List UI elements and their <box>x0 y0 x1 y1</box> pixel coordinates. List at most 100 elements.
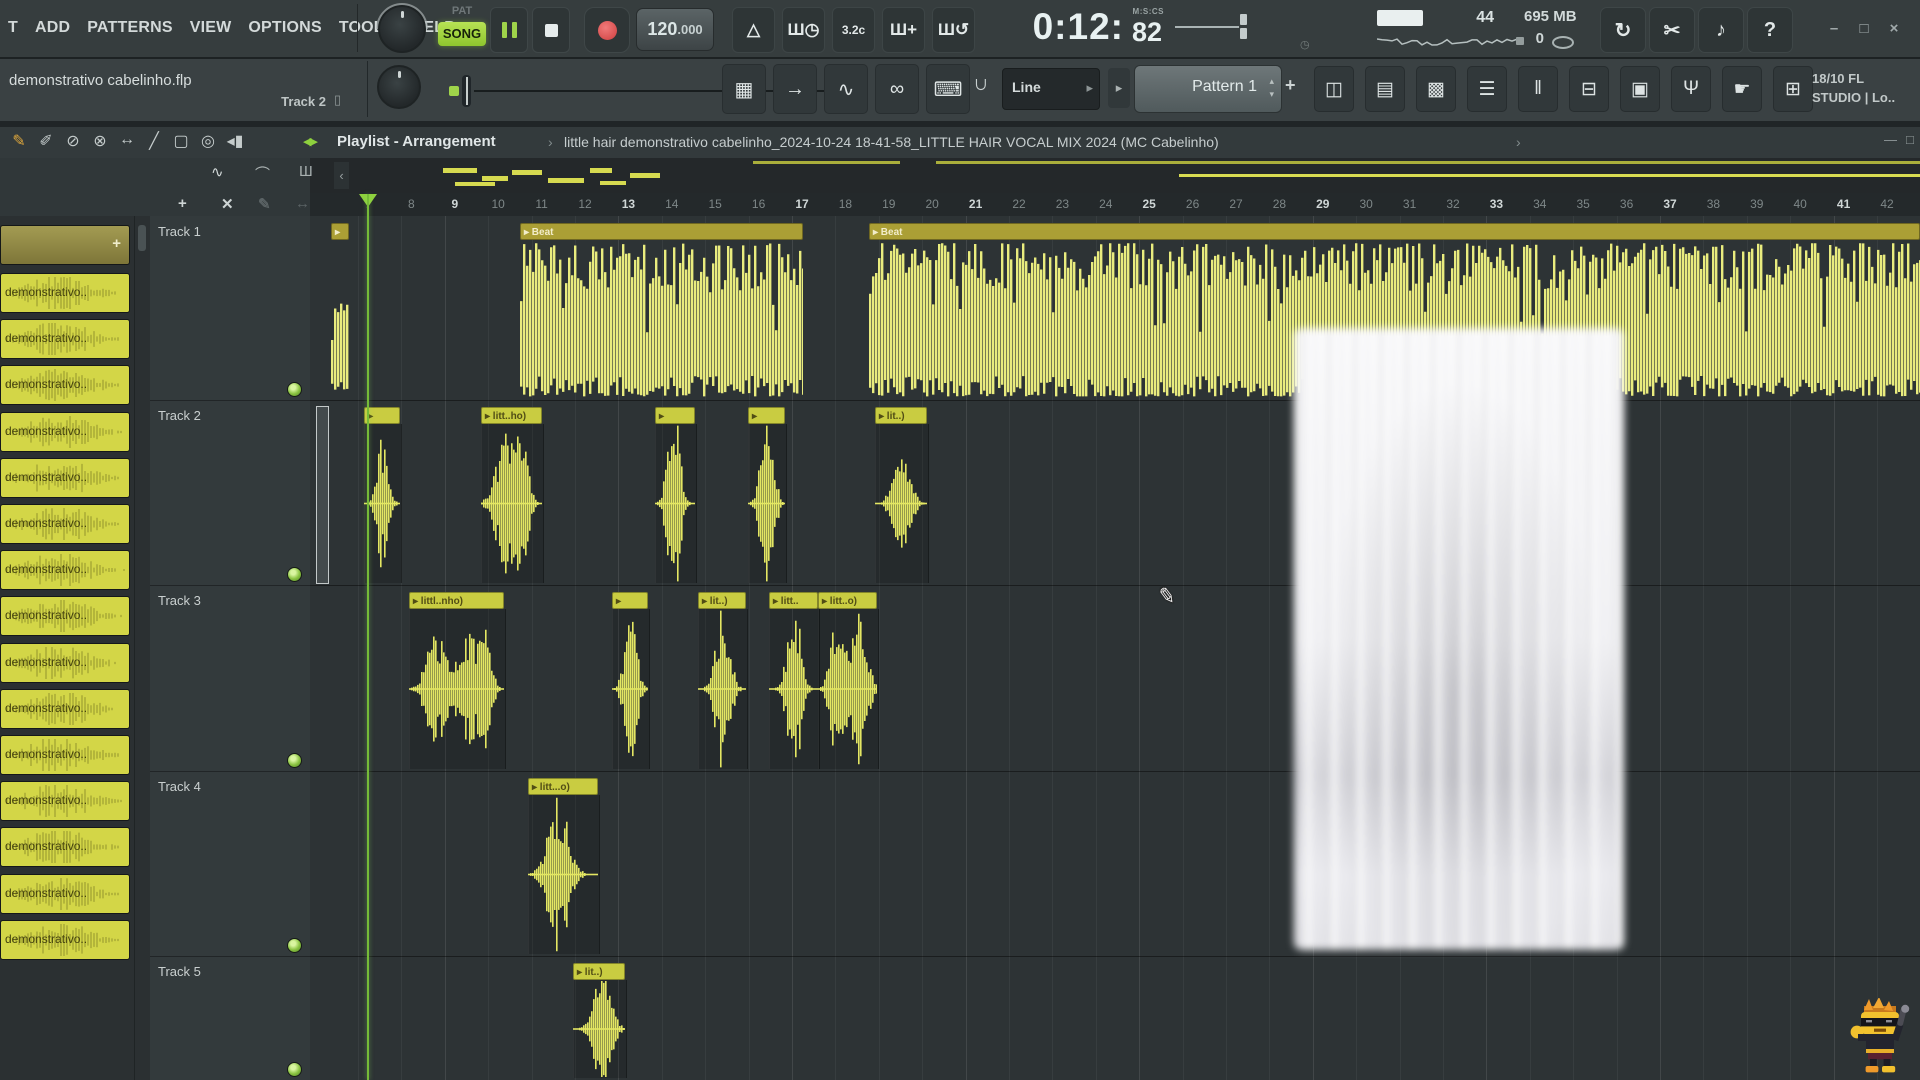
draw-dim-button[interactable]: ✎ <box>258 195 271 213</box>
pat-mode-button[interactable]: PAT <box>438 5 486 17</box>
channel-rack-button[interactable]: ☰ <box>1467 66 1507 112</box>
picker-clip[interactable]: demonstrativo.. <box>0 827 130 867</box>
delete-tool[interactable]: ⊘ <box>64 131 82 151</box>
audio-clip[interactable]: ▸ lit..) <box>698 592 746 769</box>
picker-current-clip[interactable]: + <box>0 225 130 265</box>
loop-record-button[interactable]: Ш+ <box>882 7 925 53</box>
track-mute-led[interactable] <box>287 1062 302 1077</box>
picker-clip[interactable]: demonstrativo.. <box>0 689 130 729</box>
add-button[interactable]: + <box>178 195 187 212</box>
pattern-prev-button[interactable]: ▸ <box>1108 68 1130 108</box>
picker-clip[interactable]: demonstrativo.. <box>0 596 130 636</box>
selection-marker[interactable] <box>316 406 329 584</box>
stop-button[interactable] <box>532 7 570 53</box>
arrow-tool-button[interactable]: → <box>773 64 817 114</box>
retrig-button[interactable]: Ш↺ <box>932 7 975 53</box>
song-position-marker[interactable] <box>462 75 471 107</box>
picker-clip[interactable]: demonstrativo.. <box>0 273 130 313</box>
track-mute-led[interactable] <box>287 753 302 768</box>
piano-roll-button[interactable]: ▩ <box>1416 66 1456 112</box>
help-button[interactable]: ? <box>1747 7 1793 53</box>
audio-clip[interactable]: ▸ litt..o) <box>818 592 877 769</box>
arrangement-title[interactable]: little hair demonstrativo cabelinho_2024… <box>564 134 1219 150</box>
audio-clip[interactable]: ▸ <box>364 407 400 583</box>
track-name-label[interactable]: Track 5 <box>158 964 201 979</box>
typing-keyboard-button[interactable]: ⌨ <box>926 64 970 114</box>
audio-clip[interactable]: ▸ litt...o) <box>528 778 598 954</box>
track-mute-led[interactable] <box>287 938 302 953</box>
song-mode-button[interactable]: SONG <box>438 22 486 46</box>
track-name-label[interactable]: Track 4 <box>158 779 201 794</box>
draw-tool[interactable]: ✎ <box>10 131 28 151</box>
arrangement-grid[interactable]: ▸ ▸ Beat▸ Beat▸ ▸ litt..ho)▸ ▸ ▸ lit..)▸… <box>310 216 1920 1080</box>
minimap[interactable] <box>310 158 1920 193</box>
pause-button[interactable] <box>490 7 528 53</box>
add-pattern-button[interactable]: + <box>1285 75 1296 96</box>
audio-clip[interactable]: ▸ lit..) <box>875 407 927 583</box>
picker-clip[interactable]: demonstrativo.. <box>0 781 130 821</box>
menu-item-add[interactable]: ADD <box>35 19 70 37</box>
shift-slider[interactable] <box>1175 26 1239 28</box>
picker-clip[interactable]: demonstrativo.. <box>0 458 130 498</box>
audio-clip[interactable]: ▸ <box>331 223 349 398</box>
plugin-button[interactable]: Ψ <box>1671 66 1711 112</box>
audio-clip[interactable]: ▸ lit..) <box>573 963 625 1078</box>
picker-clip[interactable]: demonstrativo.. <box>0 643 130 683</box>
audio-clip[interactable]: ▸ <box>612 592 648 769</box>
playlist-maximize-button[interactable]: □ <box>1906 132 1914 147</box>
playback-tool[interactable]: ◂▮ <box>226 131 244 151</box>
picker-clip[interactable]: demonstrativo.. <box>0 504 130 544</box>
plugin-picker-button[interactable]: ▣ <box>1620 66 1660 112</box>
countdown-button[interactable]: 3.2c <box>832 7 875 53</box>
picker-scrollbar[interactable] <box>138 225 146 251</box>
slip-dim-button[interactable]: ↔ <box>295 195 310 212</box>
audio-clip[interactable]: ▸ <box>655 407 695 583</box>
track-name-label[interactable]: Track 3 <box>158 593 201 608</box>
track-name-label[interactable]: Track 2 <box>158 408 201 423</box>
marker-square[interactable] <box>449 86 459 96</box>
picker-clip[interactable]: demonstrativo.. <box>0 412 130 452</box>
pattern-selector[interactable]: Pattern 1 ▴▾ <box>1134 65 1282 113</box>
browser-button[interactable]: ⊟ <box>1569 66 1609 112</box>
menu-item-view[interactable]: VIEW <box>190 19 232 37</box>
detach-button[interactable]: ◫ <box>1314 66 1354 112</box>
picker-clip[interactable]: demonstrativo.. <box>0 920 130 960</box>
audio-clip[interactable]: ▸ litt.. <box>769 592 818 769</box>
picker-clip[interactable]: demonstrativo.. <box>0 550 130 590</box>
mic-button[interactable]: ♪ <box>1698 7 1744 53</box>
menu-item-patterns[interactable]: PATTERNS <box>87 19 172 37</box>
sync-button[interactable]: ↻ <box>1600 7 1646 53</box>
shift-slider-handle[interactable] <box>1240 14 1247 25</box>
audio-clip[interactable]: ▸ Beat <box>520 223 803 398</box>
track-mute-led[interactable] <box>287 567 302 582</box>
record-button[interactable] <box>584 7 630 53</box>
maximize-button[interactable]: □ <box>1852 16 1876 40</box>
picker-clip[interactable]: demonstrativo.. <box>0 735 130 775</box>
picker-clip[interactable]: demonstrativo.. <box>0 365 130 405</box>
scroll-left-button[interactable]: ‹ <box>334 162 349 189</box>
pattern-stepper[interactable]: ▴▾ <box>1269 75 1274 101</box>
audio-clip[interactable]: ▸ littl..nho) <box>409 592 504 769</box>
tools-button[interactable]: ✂ <box>1649 7 1695 53</box>
mute-tool[interactable]: ⊗ <box>91 131 109 151</box>
touch-button[interactable]: ⊞ <box>1773 66 1813 112</box>
audio-clip[interactable]: ▸ litt..ho) <box>481 407 542 583</box>
slip-tool[interactable]: ↔ <box>118 131 136 151</box>
timeline-ruler[interactable]: 7891011121314151617181920212223242526272… <box>310 193 1920 218</box>
audio-clips-tab[interactable]: ∿ <box>211 163 224 181</box>
time-display[interactable]: 0:12: 82 M:S:CS <box>1020 4 1170 54</box>
snap-selector[interactable]: Line ▸ <box>1002 68 1100 110</box>
step-grid-button[interactable]: ▦ <box>722 64 766 114</box>
playlist-button[interactable]: ▤ <box>1365 66 1405 112</box>
remote-button[interactable]: ☛ <box>1722 66 1762 112</box>
zoom-tool[interactable]: ◎ <box>199 131 217 151</box>
menu-item-t[interactable]: T <box>8 19 18 37</box>
metronome-button[interactable]: △ <box>732 7 775 53</box>
link-button[interactable]: ∞ <box>875 64 919 114</box>
playlist-minimize-button[interactable]: — <box>1884 132 1897 147</box>
delete-button[interactable]: ✕ <box>221 195 234 213</box>
track-name-label[interactable]: Track 1 <box>158 224 201 239</box>
mixer-button[interactable]: ‖ <box>1518 66 1558 112</box>
picker-clip[interactable]: demonstrativo.. <box>0 319 130 359</box>
paint-tool[interactable]: ✐ <box>37 131 55 151</box>
